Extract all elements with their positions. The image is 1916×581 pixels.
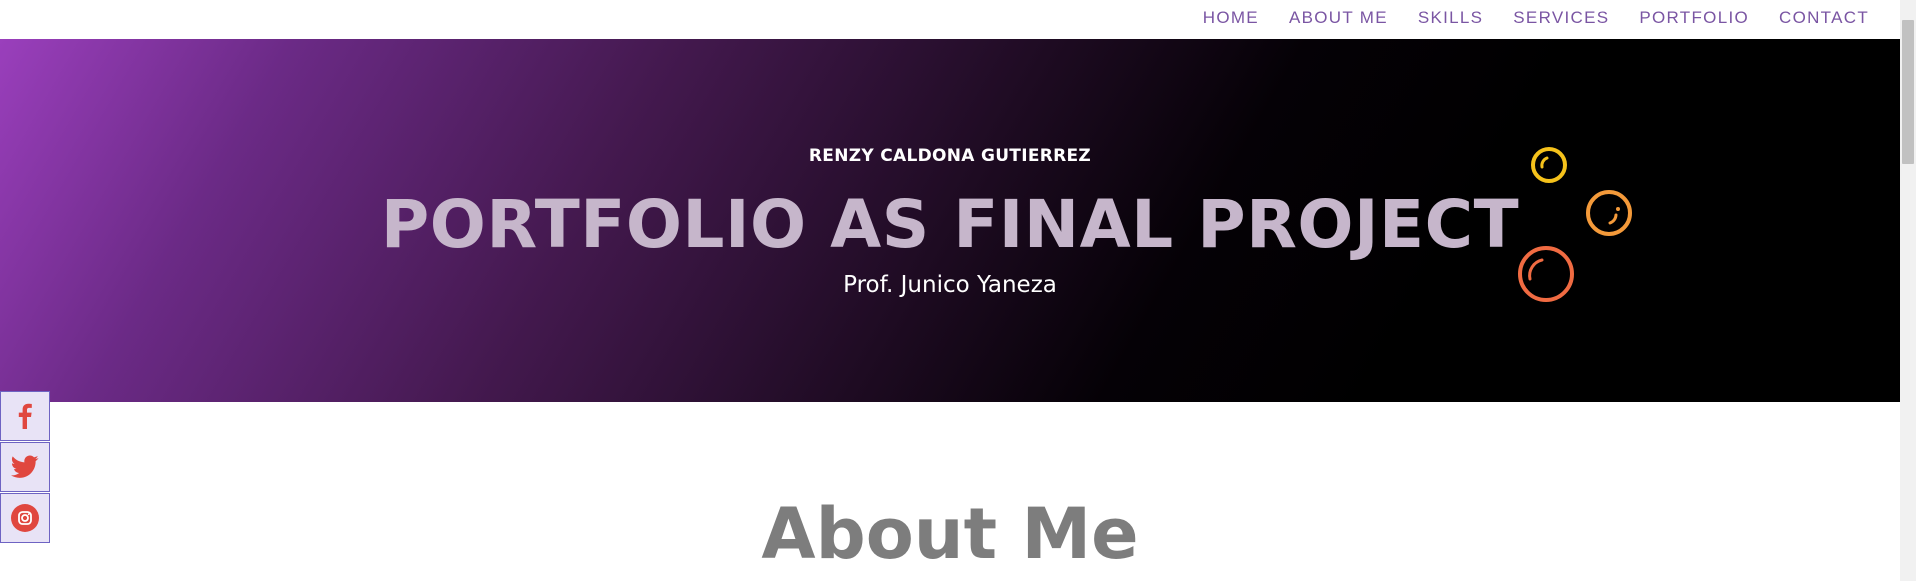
bubble-medium-icon [1586,190,1632,236]
nav-skills-link[interactable]: SKILLS [1418,8,1483,27]
nav-portfolio-link[interactable]: PORTFOLIO [1639,8,1749,27]
page-scrollbar[interactable] [1900,0,1916,581]
hero-banner: RENZY CALDONA GUTIERREZ PORTFOLIO AS FIN… [0,39,1900,402]
nav-contact-link[interactable]: CONTACT [1779,8,1869,27]
nav-about-link[interactable]: ABOUT ME [1289,8,1388,27]
twitter-button[interactable] [0,442,50,492]
facebook-icon [18,403,32,429]
nav-links: HOME ABOUT ME SKILLS SERVICES PORTFOLIO … [1203,0,1869,36]
scrollbar-thumb[interactable] [1902,20,1914,164]
top-navigation: HOME ABOUT ME SKILLS SERVICES PORTFOLIO … [0,0,1900,39]
bubble-small-icon [1531,147,1567,183]
page: HOME ABOUT ME SKILLS SERVICES PORTFOLIO … [0,0,1916,581]
twitter-icon [11,455,39,478]
bubble-large-icon [1518,246,1574,302]
nav-services-link[interactable]: SERVICES [1513,8,1609,27]
about-me-heading: About Me [761,493,1139,575]
bubbles-decoration [1518,147,1632,302]
nav-home-link[interactable]: HOME [1203,8,1259,27]
facebook-button[interactable] [0,391,50,441]
